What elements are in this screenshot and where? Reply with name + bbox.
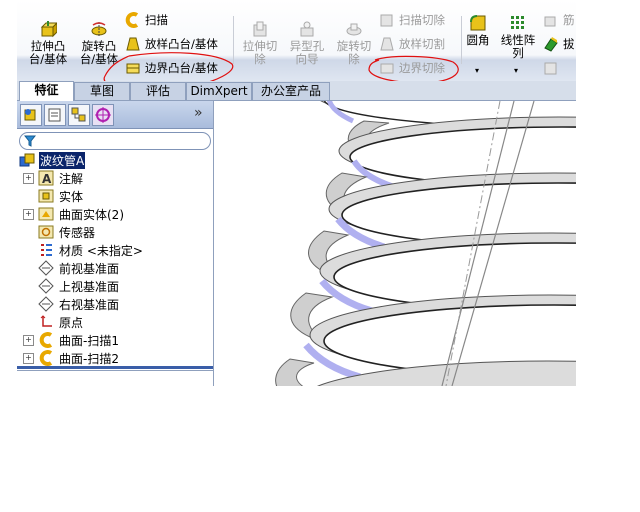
command-manager-ribbon: 拉伸凸 台/基体 旋转凸 台/基体 扫描 放样凸台/基体 边界凸台/基体 拉伸切… — [17, 0, 576, 92]
panel-bottom-bar — [17, 366, 213, 369]
filter-icon — [24, 135, 36, 147]
feature-manager-panel: » 波纹管A + A 注解 实体 + 曲面实体(2) 传感器 材质 <未指定> … — [17, 101, 214, 386]
tree-item-surface-sweep2[interactable]: + 曲面-扫描2 — [23, 349, 120, 367]
tree-root-part[interactable]: 波纹管A — [19, 151, 86, 169]
tree-item-label: 前视基准面 — [59, 261, 120, 276]
tree-item-label: 曲面-扫描1 — [59, 333, 119, 348]
surface-sweep-icon — [38, 350, 54, 366]
plane-icon — [38, 278, 54, 294]
tree-item-surface-bodies[interactable]: + 曲面实体(2) — [23, 205, 125, 223]
expand-toggle[interactable]: + — [23, 352, 34, 364]
tab-dimxpert[interactable]: DimXpert — [186, 82, 252, 100]
tree-item-label: 上视基准面 — [59, 279, 120, 294]
tree-item-front-plane[interactable]: 前视基准面 — [23, 259, 120, 277]
tab-office-products[interactable]: 办公室产品 — [252, 82, 330, 100]
tree-filter-input[interactable] — [19, 132, 211, 150]
expand-toggle[interactable]: + — [23, 334, 34, 346]
tree-item-label: 注解 — [59, 171, 84, 186]
tree-item-label: 传感器 — [59, 225, 96, 240]
svg-text:A: A — [42, 172, 52, 186]
tree-item-right-plane[interactable]: 右视基准面 — [23, 295, 120, 313]
panel-toolbar: » — [17, 101, 213, 129]
panel-collapse-chevron-icon[interactable]: » — [194, 105, 203, 121]
graphics-viewport[interactable] — [214, 101, 576, 386]
tree-item-surface-sweep1[interactable]: + 曲面-扫描1 — [23, 331, 120, 349]
solid-bodies-folder-icon — [38, 188, 54, 204]
solidworks-window: 拉伸凸 台/基体 旋转凸 台/基体 扫描 放样凸台/基体 边界凸台/基体 拉伸切… — [17, 0, 576, 386]
expand-toggle[interactable]: + — [23, 172, 34, 184]
part-icon — [19, 152, 35, 168]
annotations-icon: A — [38, 170, 54, 186]
sensors-folder-icon — [38, 224, 54, 240]
feature-manager-tab-icon[interactable] — [20, 104, 42, 126]
plane-icon — [38, 260, 54, 276]
command-manager-tabs: 特征 草图 评估 DimXpert 办公室产品 — [17, 81, 576, 101]
tree-item-label: 曲面-扫描2 — [59, 351, 119, 366]
plane-icon — [38, 296, 54, 312]
surface-sweep-icon — [38, 332, 54, 348]
tree-item-label: 曲面实体(2) — [59, 207, 124, 222]
material-icon — [38, 242, 54, 258]
tree-item-origin[interactable]: 原点 — [23, 313, 84, 331]
tab-sketch[interactable]: 草图 — [74, 82, 130, 100]
expand-toggle[interactable]: + — [23, 208, 34, 220]
tree-item-label: 实体 — [59, 189, 84, 204]
origin-icon — [38, 314, 54, 330]
tree-item-sensors[interactable]: 传感器 — [23, 223, 96, 241]
bellows-model-graphic — [275, 101, 576, 386]
tree-item-label: 材质 <未指定> — [59, 243, 143, 258]
tree-item-solid-bodies[interactable]: 实体 — [23, 187, 84, 205]
property-manager-tab-icon[interactable] — [44, 104, 66, 126]
tree-item-material[interactable]: 材质 <未指定> — [23, 241, 144, 259]
tab-evaluate[interactable]: 评估 — [130, 82, 186, 100]
tree-item-label: 右视基准面 — [59, 297, 120, 312]
configuration-manager-tab-icon[interactable] — [68, 104, 90, 126]
tree-item-top-plane[interactable]: 上视基准面 — [23, 277, 120, 295]
tree-item-label: 原点 — [59, 315, 84, 330]
surface-bodies-folder-icon — [38, 206, 54, 222]
panel-bottom-line — [17, 370, 213, 371]
tree-root-label: 波纹管A — [39, 151, 86, 169]
dimxpert-manager-tab-icon[interactable] — [92, 104, 114, 126]
tab-features[interactable]: 特征 — [19, 81, 74, 101]
tree-item-annotations[interactable]: + A 注解 — [23, 169, 84, 187]
